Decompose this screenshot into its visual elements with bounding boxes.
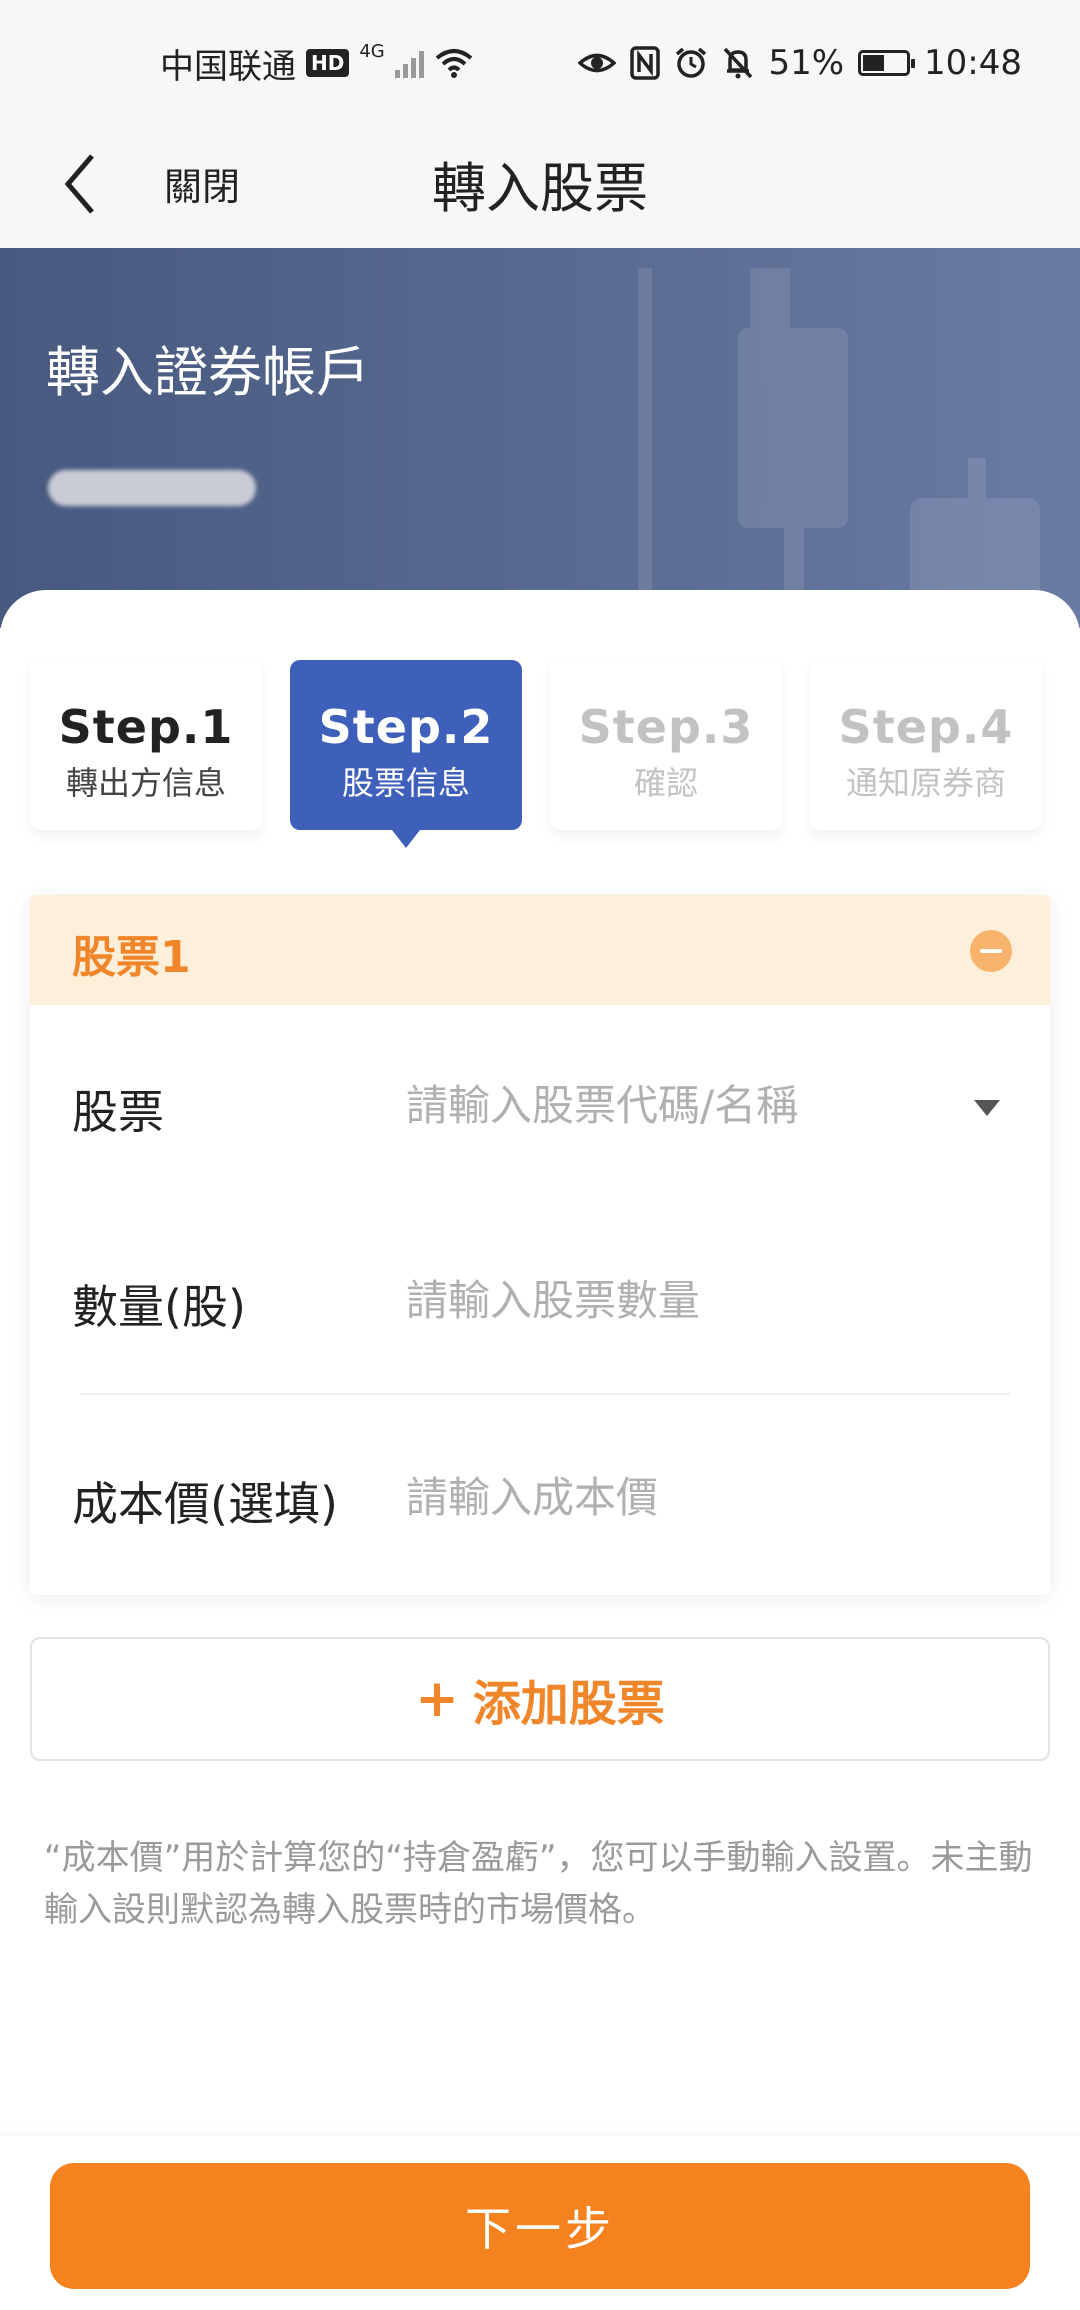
step-2: Step.2 股票信息 bbox=[290, 660, 522, 848]
account-banner: 轉入證券帳戶 bbox=[0, 248, 1080, 628]
plus-icon: + bbox=[415, 1669, 459, 1729]
step-indicator: Step.1 轉出方信息 Step.2 股票信息 Step.3 確認 Step.… bbox=[30, 660, 1050, 848]
step-4: Step.4 通知原券商 bbox=[810, 660, 1042, 830]
stock-card-title: 股票1 bbox=[72, 932, 191, 983]
status-bar: 中国联通 HD 4G 51% 10:48 bbox=[0, 0, 1080, 122]
cost-price-note: “成本價”用於計算您的“持倉盈虧”，您可以手動輸入設置。未主動輸入設則默認為轉入… bbox=[44, 1838, 1033, 1930]
mute-icon bbox=[724, 47, 753, 79]
next-step-button[interactable]: 下一步 bbox=[50, 2163, 1030, 2289]
step-label: 通知原券商 bbox=[845, 764, 1006, 802]
stock-label: 股票 bbox=[72, 1085, 164, 1139]
nfc-icon bbox=[630, 46, 661, 80]
clock: 10:48 bbox=[924, 43, 1022, 83]
step-number: Step.2 bbox=[318, 700, 494, 754]
status-right: 51% 10:48 bbox=[578, 38, 1022, 88]
remove-stock-button[interactable] bbox=[970, 930, 1012, 972]
step-label: 轉出方信息 bbox=[65, 764, 226, 802]
stock-row: 股票 bbox=[30, 1040, 1050, 1170]
stock-card-header: 股票1 bbox=[30, 895, 1050, 1005]
carrier-name: 中国联通 bbox=[160, 46, 296, 87]
account-number-redacted bbox=[48, 470, 256, 506]
battery-level-fill bbox=[863, 55, 885, 71]
cost-row: 成本價(選填) bbox=[30, 1432, 1050, 1562]
cost-label: 成本價(選填) bbox=[72, 1477, 338, 1531]
step-label: 股票信息 bbox=[341, 764, 470, 802]
step-3: Step.3 確認 bbox=[550, 660, 782, 830]
step-label: 確認 bbox=[633, 764, 698, 802]
quantity-input[interactable] bbox=[406, 1265, 976, 1335]
nav-bar: 關閉 轉入股票 bbox=[0, 122, 1080, 248]
wifi-icon bbox=[435, 49, 473, 78]
row-divider bbox=[80, 1393, 1010, 1395]
banner-title: 轉入證券帳戶 bbox=[46, 341, 370, 404]
dropdown-arrow-icon[interactable] bbox=[974, 1100, 1000, 1116]
step-1: Step.1 轉出方信息 bbox=[30, 660, 262, 830]
stock-card: 股票1 股票 數量(股) 成本價(選填) bbox=[30, 895, 1050, 1595]
cost-input[interactable] bbox=[406, 1462, 976, 1532]
page-title: 轉入股票 bbox=[432, 157, 648, 220]
eye-icon bbox=[578, 53, 617, 73]
battery-percent: 51% bbox=[768, 43, 845, 83]
signal-icon bbox=[394, 48, 424, 78]
step-number: Step.3 bbox=[578, 700, 754, 754]
alarm-icon bbox=[676, 47, 707, 78]
battery-icon bbox=[858, 50, 916, 76]
quantity-label: 數量(股) bbox=[72, 1280, 246, 1334]
quantity-row: 數量(股) bbox=[30, 1235, 1050, 1365]
status-left: 中国联通 HD 4G bbox=[160, 38, 474, 88]
step-number: Step.1 bbox=[58, 700, 234, 754]
network-type: 4G bbox=[359, 40, 385, 62]
banner-decoration bbox=[638, 268, 1040, 628]
add-stock-button[interactable]: + 添加股票 bbox=[30, 1637, 1050, 1761]
step-number: Step.4 bbox=[838, 700, 1014, 754]
add-stock-label: 添加股票 bbox=[472, 1676, 665, 1732]
stock-input[interactable] bbox=[406, 1070, 976, 1140]
hd-badge: HD bbox=[306, 49, 350, 77]
